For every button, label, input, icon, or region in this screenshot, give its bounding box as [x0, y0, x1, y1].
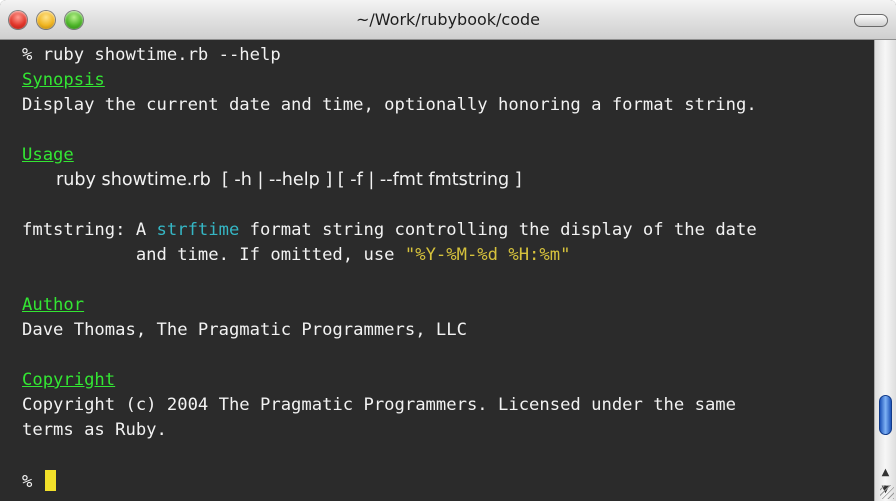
fmtstring-cont-prefix: and time. If omitted, use [22, 245, 405, 265]
fmtstring-continuation: and time. If omitted, use "%Y-%M-%d %H:%… [22, 245, 571, 265]
terminal-content[interactable]: % ruby showtime.rb --help Synopsis Displ… [0, 40, 874, 501]
prompt-symbol: % [22, 472, 33, 492]
synopsis-text: Display the current date and time, optio… [22, 95, 757, 115]
usage-text: ruby showtime.rb [ -h | --help ] [ -f | … [56, 170, 522, 190]
vertical-scrollbar[interactable]: ▲ ▼ [874, 40, 896, 501]
default-format-string: "%Y-%M-%d %H:%m" [404, 245, 571, 265]
text-cursor [44, 470, 56, 491]
author-text: Dave Thomas, The Pragmatic Programmers, … [22, 320, 467, 340]
copyright-heading: Copyright [22, 370, 116, 390]
command-line: % ruby showtime.rb --help [22, 45, 281, 65]
scroll-up-arrow-icon[interactable]: ▲ [877, 465, 894, 481]
resize-grip-icon[interactable] [880, 485, 894, 499]
author-heading: Author [22, 295, 85, 315]
strftime-keyword: strftime [156, 220, 240, 240]
fmtstring-rest: format string controlling the display of… [239, 220, 757, 240]
toolbar-toggle-button[interactable] [854, 14, 888, 27]
terminal-window: ~/Work/rubybook/code % ruby showtime.rb … [0, 0, 896, 501]
window-title: ~/Work/rubybook/code [355, 10, 541, 29]
copyright-line-2: terms as Ruby. [22, 420, 167, 440]
fmtstring-line: fmtstring: A strftime format string cont… [22, 220, 757, 240]
copyright-line-1: Copyright (c) 2004 The Pragmatic Program… [22, 395, 736, 415]
synopsis-heading: Synopsis [22, 70, 105, 90]
prompt-line[interactable]: % [22, 470, 56, 492]
usage-heading: Usage [22, 145, 74, 165]
fmtstring-prefix: fmtstring: A [22, 220, 157, 240]
title-bar[interactable]: ~/Work/rubybook/code [0, 0, 896, 40]
scrollbar-thumb[interactable] [879, 395, 892, 435]
